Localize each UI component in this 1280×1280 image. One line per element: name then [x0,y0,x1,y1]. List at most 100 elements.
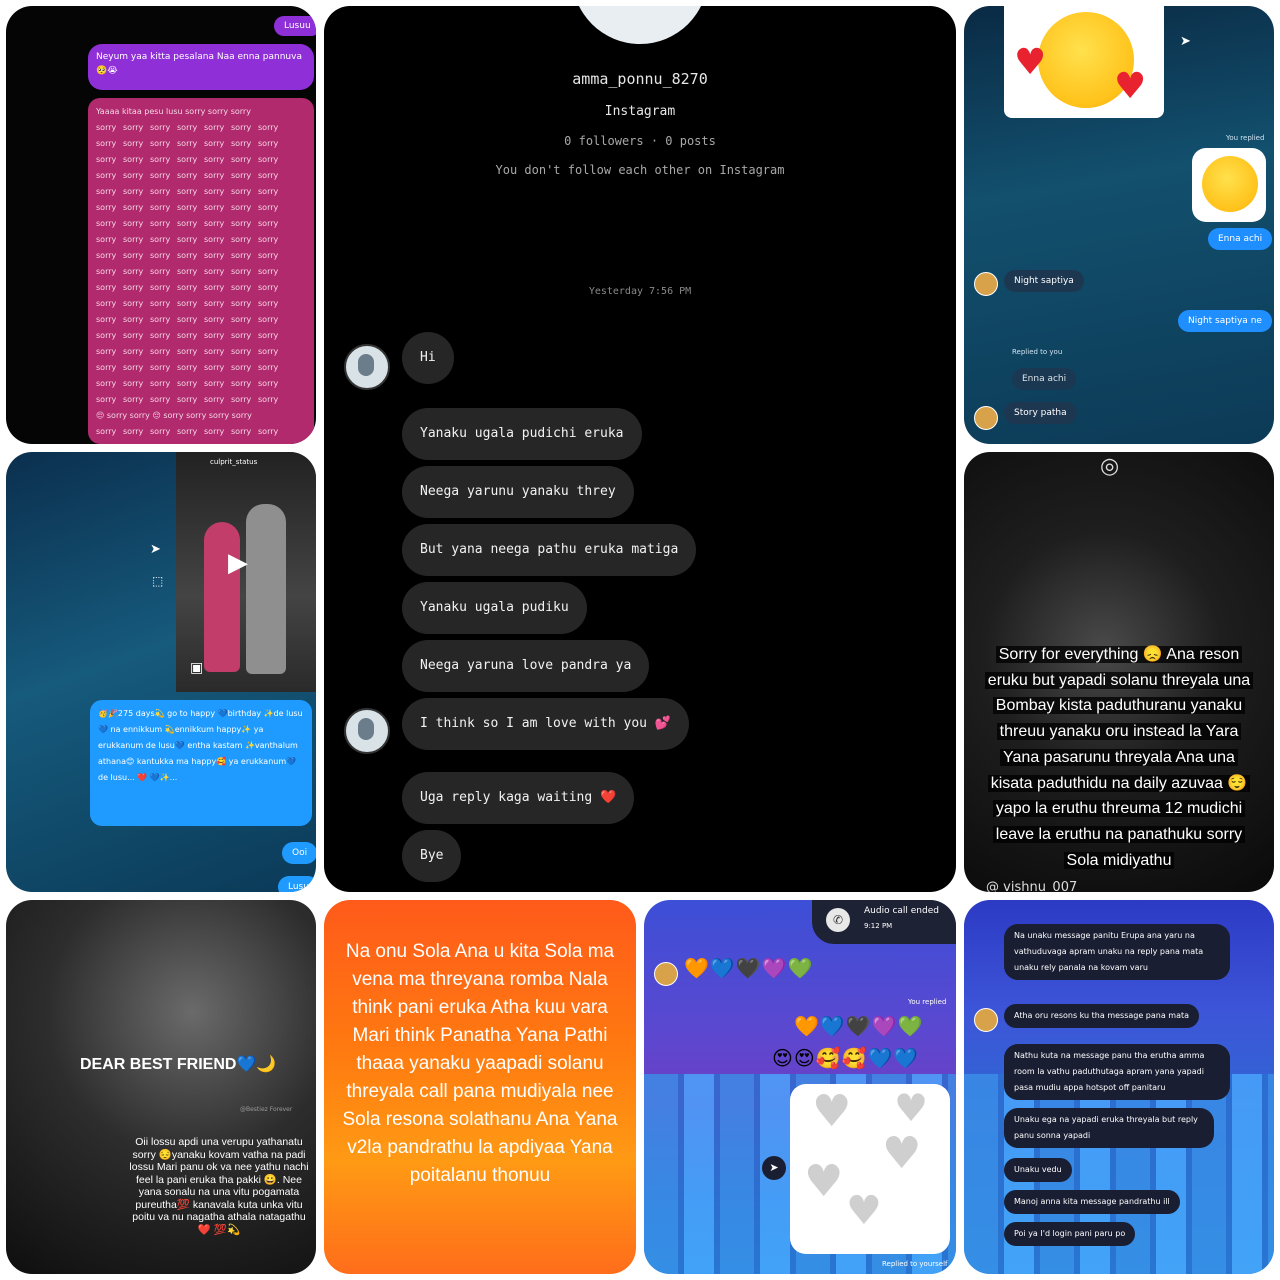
you-replied-label: You replied [908,998,947,1006]
sorry-word: sorry [150,267,171,276]
sorry-row: sorry sorry sorry sorry sorry sorry sorry [96,264,306,280]
apology-story-panel: ◎ Sorry for everything 😞 Ana reson eruku … [964,452,1274,892]
message-bubble[interactable]: I think so I am love with you 💕 [402,698,689,750]
sorry-word: sorry [258,139,279,148]
sender-avatar[interactable] [344,708,390,754]
message-bubble[interactable]: Story patha [1004,402,1077,424]
birthday-message-bubble[interactable]: 🥳🎉275 days💫 go to happy 💙birthday ✨de lu… [90,700,312,826]
sorry-word: sorry [123,187,144,196]
message-text: Uga reply kaga waiting ❤️ [420,790,617,805]
shared-reel[interactable]: ▶ culprit_status ▣ [176,452,316,692]
call-time: 9:12 PM [864,922,893,930]
reply-bubble[interactable]: Enna achi [1208,228,1273,250]
apology-line-text: Sorry for everything 😞 Ana reson [995,646,1243,663]
ooi-pill[interactable]: Ooi [282,842,316,864]
save-icon[interactable]: ⬚ [152,574,163,588]
profile-avatar[interactable] [572,6,708,44]
message-bubble[interactable]: Atha oru resons ku tha message pana mata [1004,1004,1200,1028]
apology-line-text: Bombay kista paduthuranu yanaku [992,697,1246,715]
play-icon[interactable]: ▶ [228,548,248,578]
sorry-word: sorry [177,187,198,196]
sorry-word: sorry [123,363,144,372]
neyum-bubble-text: Neyum yaa kitta pesalana Naa enna pannuv… [96,52,302,76]
audio-call-notice[interactable]: ✆ Audio call ended 9:12 PM [812,900,956,944]
message-bubble[interactable]: Manoj anna kita message pandrathu ill [1004,1190,1180,1214]
message-bubble[interactable]: Unaku vedu [1004,1158,1072,1182]
sorry-word: sorry [123,379,144,388]
neyum-bubble[interactable]: Neyum yaa kitta pesalana Naa enna pannuv… [88,44,314,90]
message-bubble[interactable]: Nathu kuta na message panu tha erutha am… [1004,1044,1230,1100]
quoted-message[interactable]: Enna achi [1012,368,1077,390]
friend-message: Oii lossu apdi una verupu yathanatu sorr… [129,1136,309,1236]
profile-stats: 0 followers · 0 posts [564,134,716,148]
sorry-word: sorry [258,123,279,132]
share-icon[interactable]: ➤ [150,542,161,557]
lusuu-pill-label: Lusuu [284,21,311,31]
sorry-grid: sorry sorry sorry sorry sorry sorry sorry sorry… [96,120,306,440]
message-bubble[interactable]: Neega yaruna love pandra ya [402,640,650,692]
apology-text: Sorry for everything 😞 Ana reson eruku bu… [980,642,1258,873]
sender-avatar[interactable] [974,1008,998,1032]
message-text: Na unaku message panitu Erupa ana yaru n… [1014,931,1204,972]
reel-icon: ▣ [190,660,204,676]
sorry-message-bubble[interactable]: Yaaaa kitaa pesu lusu sorry sorry sorry … [88,98,314,444]
message-bubble[interactable]: Neega yarunu yanaku threy [402,466,634,518]
sender-avatar[interactable] [654,962,678,986]
sorry-word: sorry [177,155,198,164]
ocean-chat-panel: ♥ ♥ ➤ You replied Enna achi Night saptiy… [964,6,1274,444]
sorry-word: sorry [177,171,198,180]
message-bubble[interactable]: Uga reply kaga waiting ❤️ [402,772,635,824]
call-status: Audio call ended [864,906,939,916]
sender-avatar[interactable] [974,272,998,296]
orange-note-panel: Na onu Sola Ana u kita Sola ma vena ma t… [324,900,636,1274]
emoji-hearts-row[interactable]: 🧡💙🖤💜💚 [684,956,814,980]
message-bubble[interactable]: Yanaku ugala pudichi eruka [402,408,642,460]
share-icon[interactable]: ➤ [762,1156,786,1180]
heart-icon: ♥ [882,1128,922,1179]
reply-emoji-sticker[interactable] [1192,148,1266,222]
message-bubble[interactable]: Unaku ega na yapadi eruka threyala but r… [1004,1108,1214,1148]
sender-avatar[interactable] [344,344,390,390]
sorry-word: sorry [258,379,279,388]
message-bubble[interactable]: But yana neega pathu eruka matiga [402,524,697,576]
reel-username[interactable]: culprit_status [210,458,257,466]
sorry-word: sorry [150,235,171,244]
replied-to-yourself-label: Replied to yourself [882,1260,948,1268]
message-text: Nathu kuta na message panu tha erutha am… [1014,1051,1205,1092]
message-bubble[interactable]: Yanaku ugala pudiku [402,582,587,634]
message-text: I think so I am love with you 💕 [420,716,671,731]
heart-icon: ♥ [1114,66,1147,107]
pleading-emoji-sticker[interactable]: ♥ ♥ [1004,6,1164,118]
message-bubble[interactable]: Night saptiya ne [1178,310,1272,332]
white-hearts-sticker[interactable]: ♥ ♥ ♥ ♥ ♥ [790,1084,950,1254]
emoji-hearts-row[interactable]: 🧡💙🖤💜💚 [794,1014,924,1038]
quoted-text: Enna achi [1022,374,1067,384]
birthday-message-text: 🥳🎉275 days💫 go to happy 💙birthday ✨de lu… [98,709,303,782]
message-bubble[interactable]: Night saptiya [1004,270,1084,292]
sorry-row: sorry sorry sorry sorry sorry sorry sorry [96,152,306,168]
sorry-row: sorry sorry sorry sorry sorry sorry sorry [96,200,306,216]
message-bubble[interactable]: Poi ya I'd login pani paru po [1004,1222,1136,1246]
message-bubble[interactable]: Na unaku message panitu Erupa ana yaru n… [1004,924,1230,980]
apology-line-text: threuu yanaku oru instead la Yara [996,723,1242,741]
sorry-word: sorry [123,251,144,260]
message-thread-panel: Na unaku message panitu Erupa ana yaru n… [964,900,1274,1274]
reply-bubble-text: Enna achi [1218,234,1263,244]
sorry-word: sorry [231,315,252,324]
smiling-hearts-icon [1202,156,1258,212]
story-handle[interactable]: @ vishnu_007 [986,880,1077,892]
apology-line-text: Yana pasarunu threyala Ana una [1000,748,1238,766]
sorry-word: sorry [204,331,225,340]
sorry-word: sorry [177,299,198,308]
emoji-faces-row[interactable]: 😍😍🥰🥰💙💙 [772,1046,919,1070]
sorry-word: sorry [258,155,279,164]
instagram-dm-panel: amma_ponnu_8270 Instagram 0 followers · … [324,6,956,892]
lusuu-pill[interactable]: Lusuu [274,16,316,36]
message-bubble[interactable]: Bye [402,830,462,882]
lusu-pill[interactable]: Lusu [278,876,316,892]
message-bubble[interactable]: Hi [402,332,454,384]
sorry-word: sorry [231,123,252,132]
share-icon[interactable]: ➤ [1180,34,1191,49]
sender-avatar[interactable] [974,406,998,430]
sorry-word: sorry [177,123,198,132]
